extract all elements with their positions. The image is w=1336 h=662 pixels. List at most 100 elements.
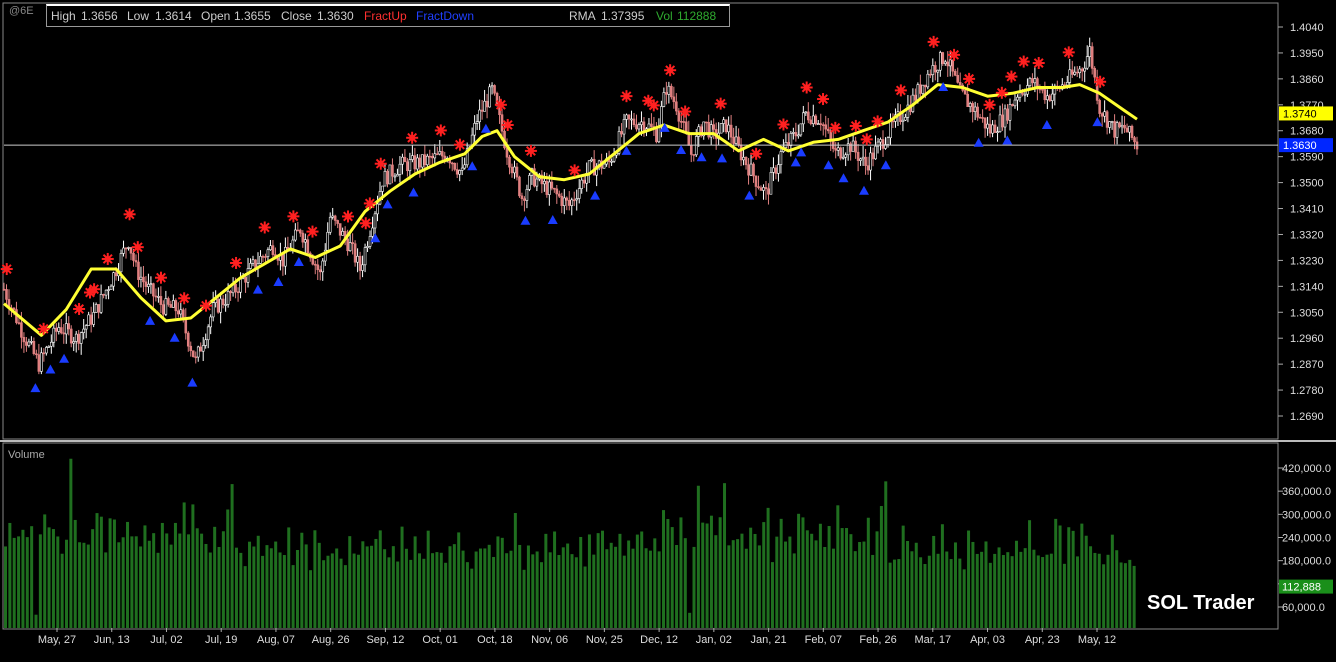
volume-bar — [348, 536, 352, 628]
candle-body — [543, 180, 546, 185]
fract-up-dot — [1065, 49, 1072, 56]
candle-body — [191, 350, 195, 358]
fract-up-dot — [1020, 58, 1027, 65]
volume-bar — [287, 527, 291, 628]
fract-up-dot — [930, 38, 937, 45]
x-tick-label: Aug, 26 — [312, 634, 350, 646]
candle-body — [976, 106, 979, 118]
volume-bar — [452, 544, 456, 628]
candle-body — [1100, 113, 1104, 117]
fract-up-dot — [1097, 78, 1104, 85]
candle-body — [485, 100, 489, 108]
volume-bar — [391, 546, 395, 628]
volume-bar — [662, 510, 666, 628]
volume-bar — [339, 558, 343, 628]
candle-body — [458, 170, 461, 175]
candle-body — [209, 316, 212, 328]
candle-body — [709, 124, 713, 138]
candle-body — [313, 263, 317, 266]
fract-up-dot — [1035, 60, 1042, 67]
volume-bar — [1054, 518, 1058, 628]
fract-up-dot — [832, 124, 839, 131]
volume-bar — [601, 530, 605, 628]
candle-body — [109, 285, 113, 290]
candle-body — [64, 323, 68, 335]
volume-bar — [640, 531, 644, 628]
candle-body — [854, 140, 857, 153]
volume-bar — [988, 562, 992, 628]
candle-body — [1048, 95, 1052, 101]
candle-body — [87, 314, 90, 326]
candle-body — [162, 304, 165, 315]
fract-up-marker — [88, 283, 101, 296]
symbol-label: @6E — [9, 5, 34, 17]
candle-body — [1003, 108, 1007, 128]
candle-body — [20, 322, 23, 338]
candle-body — [719, 123, 723, 134]
volume-bar — [1102, 564, 1106, 628]
candle-body — [978, 116, 982, 119]
fract-up-marker — [620, 90, 633, 103]
volume-bar — [548, 552, 552, 628]
volume-bar — [762, 522, 766, 628]
volume-bar — [731, 540, 735, 628]
candle-body — [1043, 89, 1047, 101]
volume-bar — [8, 522, 12, 628]
candle-body — [1075, 71, 1079, 74]
candle-body — [513, 166, 516, 174]
volume-bar — [217, 546, 221, 628]
fract-up-dot — [780, 121, 787, 128]
candle-body — [1078, 68, 1082, 73]
x-tick-label: Jan, 21 — [751, 634, 787, 646]
candle-body — [630, 118, 633, 121]
high-label: High — [51, 9, 76, 23]
volume-bar — [775, 536, 779, 628]
candle-body — [234, 283, 237, 293]
candle-body — [72, 341, 76, 344]
candle-body — [1093, 68, 1096, 78]
fract-up-marker — [647, 99, 660, 112]
candle-body — [318, 269, 322, 273]
x-tick-label: Nov, 06 — [531, 634, 568, 646]
volume-bar — [609, 542, 613, 628]
fract-up-dot — [966, 75, 973, 82]
low-value: 1.3614 — [155, 9, 192, 23]
volume-bar — [574, 557, 578, 628]
candle-body — [866, 165, 870, 171]
candle-body — [254, 259, 257, 269]
fract-up-marker — [849, 119, 862, 132]
fract-up-marker — [800, 81, 813, 94]
candle-body — [689, 145, 693, 155]
candle-body — [35, 353, 38, 356]
candle-body — [438, 151, 442, 155]
candle-body — [82, 328, 85, 333]
candle-body — [712, 124, 715, 130]
volume-bar — [191, 504, 195, 628]
candle-body — [226, 291, 230, 305]
candle-body — [525, 189, 529, 201]
candle-body — [219, 298, 222, 313]
candle-body — [211, 302, 215, 318]
volume-bar — [897, 559, 901, 628]
volume-bar — [849, 534, 853, 628]
volume-tick-label: 60,000.0 — [1282, 602, 1325, 614]
candle-body — [186, 332, 190, 347]
price-tick-label: 1.2780 — [1290, 385, 1324, 397]
candle-body — [435, 153, 439, 156]
candle-body — [423, 154, 427, 166]
candle-body — [821, 124, 825, 126]
candle-body — [440, 151, 444, 157]
volume-bar — [378, 530, 382, 628]
volume-bar — [675, 545, 679, 628]
candle-body — [851, 140, 855, 152]
candle-body — [819, 123, 823, 125]
candle-body — [682, 121, 686, 123]
candle-body — [777, 164, 780, 174]
candle-body — [672, 96, 676, 103]
candle-body — [555, 188, 559, 195]
candle-body — [941, 52, 945, 64]
fract-up-marker — [1032, 57, 1045, 70]
candle-body — [181, 309, 185, 319]
fractup-legend: FractUp — [364, 9, 407, 23]
volume-bar — [627, 540, 631, 628]
